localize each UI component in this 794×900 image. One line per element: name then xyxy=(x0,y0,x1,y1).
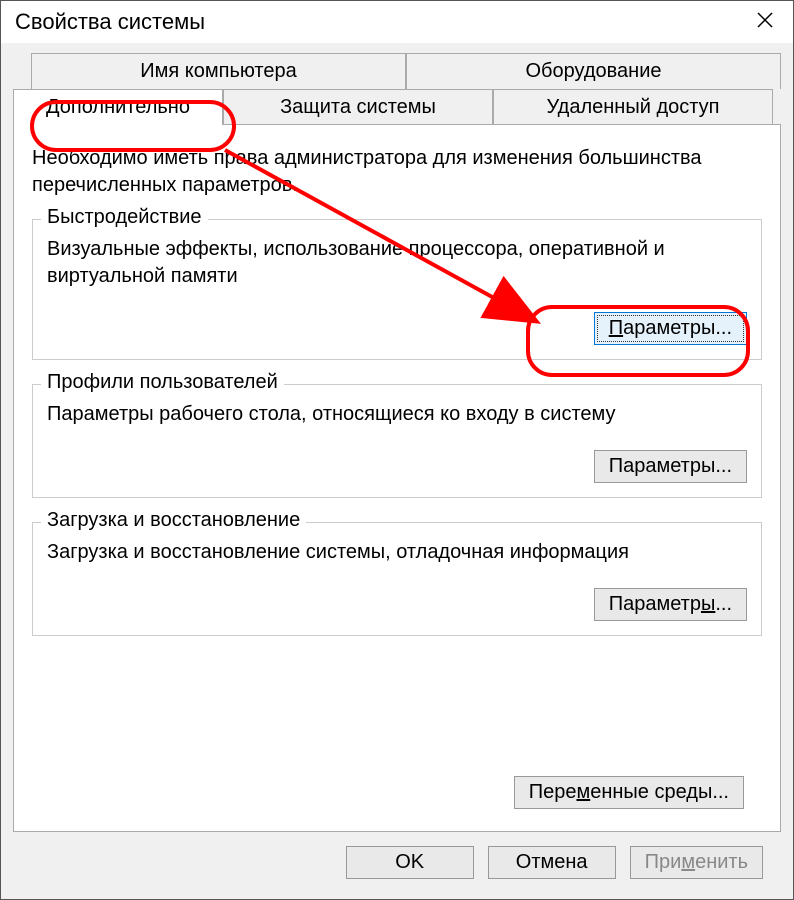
performance-settings-button[interactable]: Параметры... xyxy=(594,312,747,345)
cancel-button[interactable]: Отмена xyxy=(488,846,616,879)
tabs: Имя компьютера Оборудование Дополнительн… xyxy=(13,53,781,125)
tab-page-advanced: Необходимо иметь права администратора дл… xyxy=(13,124,781,832)
tab-advanced[interactable]: Дополнительно xyxy=(13,89,223,125)
group-user-profiles: Профили пользователей Параметры рабочего… xyxy=(32,384,762,498)
group-performance: Быстродействие Визуальные эффекты, испол… xyxy=(32,219,762,360)
group-user-profiles-desc: Параметры рабочего стола, относящиеся ко… xyxy=(47,401,747,428)
ok-button[interactable]: OK xyxy=(346,846,474,879)
tab-system-protection[interactable]: Защита системы xyxy=(223,89,493,125)
tab-computer-name[interactable]: Имя компьютера xyxy=(31,53,406,89)
system-properties-window: Свойства системы Имя компьютера Оборудов… xyxy=(0,0,794,900)
group-startup-recovery: Загрузка и восстановление Загрузка и вос… xyxy=(32,522,762,636)
group-user-profiles-legend: Профили пользователей xyxy=(41,371,284,394)
window-title: Свойства системы xyxy=(15,9,205,35)
user-profiles-settings-button[interactable]: Параметры... xyxy=(594,450,747,483)
tab-remote[interactable]: Удаленный доступ xyxy=(493,89,773,125)
environment-variables-button[interactable]: Переменные среды... xyxy=(514,776,744,809)
group-startup-recovery-legend: Загрузка и восстановление xyxy=(41,509,306,532)
group-performance-legend: Быстродействие xyxy=(41,206,208,229)
group-performance-desc: Визуальные эффекты, использование процес… xyxy=(47,236,747,290)
admin-info-text: Необходимо иметь права администратора дл… xyxy=(32,145,762,199)
group-startup-recovery-desc: Загрузка и восстановление системы, отлад… xyxy=(47,539,747,566)
close-icon[interactable] xyxy=(747,9,783,35)
dialog-body: Имя компьютера Оборудование Дополнительн… xyxy=(1,43,793,899)
title-bar: Свойства системы xyxy=(1,1,793,43)
apply-button[interactable]: Применить xyxy=(630,846,763,879)
startup-recovery-settings-button[interactable]: Параметры... xyxy=(594,588,747,621)
tab-hardware[interactable]: Оборудование xyxy=(406,53,781,89)
dialog-footer: OK Отмена Применить xyxy=(13,832,781,887)
